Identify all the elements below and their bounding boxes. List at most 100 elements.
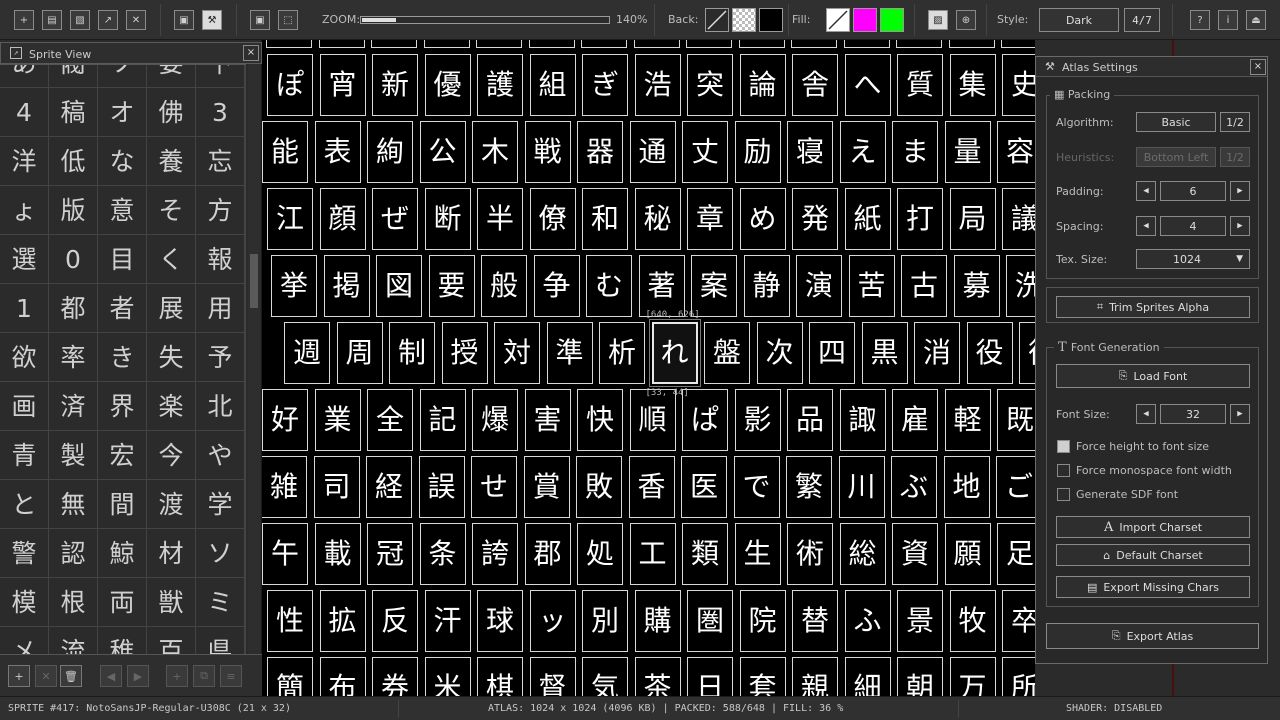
atlas-sprite-cell[interactable]: 丈	[682, 121, 728, 183]
atlas-sprite-cell[interactable]: 制	[389, 322, 435, 384]
atlas-sprite-cell[interactable]: 冠	[367, 523, 413, 585]
atlas-sprite-cell[interactable]: 布	[319, 657, 366, 696]
sprite-list-item[interactable]: 要	[147, 65, 195, 87]
atlas-sprite-cell[interactable]: 細	[844, 657, 891, 696]
export-icon[interactable]: ↗	[98, 10, 118, 30]
atlas-sprite-cell[interactable]: 周	[336, 322, 383, 384]
atlas-sprite-cell[interactable]	[318, 40, 365, 48]
atlas-sprite-cell[interactable]: 図	[376, 255, 422, 317]
atlas-sprite-cell[interactable]: 圏	[687, 590, 733, 652]
atlas-sprite-cell[interactable]: 諏	[839, 389, 886, 451]
atlas-sprite-cell[interactable]: 護	[477, 54, 523, 116]
atlas-sprite-cell[interactable]: 全	[367, 389, 413, 451]
atlas-sprite-cell[interactable]: 案	[691, 255, 737, 317]
atlas-sprite-cell[interactable]: 黒	[861, 322, 908, 384]
atlas-sprite-cell[interactable]: 論	[739, 54, 786, 116]
atlas-sprite-cell[interactable]: で	[733, 456, 780, 518]
atlas-sprite-cell[interactable]: 古	[901, 255, 947, 317]
sprite-mode-icon[interactable]: ▣	[174, 10, 194, 30]
atlas-sprite-cell[interactable]: 反	[372, 590, 418, 652]
back-black-swatch[interactable]	[759, 8, 783, 32]
sprite-list-item[interactable]: 忘	[196, 137, 244, 185]
atlas-sprite-cell[interactable]	[948, 40, 995, 48]
sprite-list-item[interactable]: 根	[49, 578, 97, 626]
sprite-list-item[interactable]: や	[196, 431, 244, 479]
sprite-list-item[interactable]: 獣	[147, 578, 195, 626]
sprite-list-item[interactable]: 百	[147, 627, 195, 654]
atlas-sprite-cell[interactable]: 析	[599, 322, 645, 384]
sprite-list-item[interactable]: く	[147, 235, 195, 283]
atlas-sprite-cell[interactable]	[791, 40, 837, 48]
atlas-sprite-cell[interactable]: 記	[419, 389, 466, 451]
atlas-sprite-cell[interactable]	[843, 40, 890, 48]
font-size-value[interactable]: 32	[1160, 404, 1226, 424]
default-charset-button[interactable]: ⌂ Default Charset	[1056, 544, 1250, 566]
atlas-sprite-cell[interactable]: 般	[481, 255, 527, 317]
atlas-sprite-cell[interactable]: 掲	[323, 255, 370, 317]
sprite-list-item[interactable]: ょ	[0, 186, 48, 234]
atlas-sprite-cell[interactable]: 準	[546, 322, 593, 384]
atlas-sprite-cell[interactable]: 議	[1002, 188, 1035, 250]
atlas-sprite-cell[interactable]: 宵	[319, 54, 366, 116]
atlas-sprite-cell[interactable]: 秘	[634, 188, 681, 250]
sprite-list-item[interactable]: メ	[0, 627, 48, 654]
atlas-sprite-cell[interactable]: 繁	[786, 456, 832, 518]
atlas-sprite-cell[interactable]: 戦	[524, 121, 571, 183]
atlas-sprite-cell[interactable]: 川	[838, 456, 885, 518]
atlas-sprite-cell[interactable]: 集	[949, 54, 996, 116]
atlas-sprite-cell[interactable]: 消	[914, 322, 960, 384]
sprite-list-item[interactable]: 0	[49, 235, 97, 283]
atlas-sprite-cell[interactable]: 棋	[477, 657, 523, 696]
sprite-list-item[interactable]: 製	[49, 431, 97, 479]
tools-icon[interactable]: ⚒	[202, 10, 222, 30]
atlas-sprite-cell[interactable]: 争	[533, 255, 580, 317]
atlas-sprite-cell[interactable]: 発	[792, 188, 838, 250]
atlas-sprite-cell[interactable]: 地	[943, 456, 990, 518]
atlas-sprite-cell[interactable]	[738, 40, 785, 48]
sprite-list-item[interactable]: 洋	[0, 137, 48, 185]
atlas-sprite-cell[interactable]: 簡	[267, 657, 313, 696]
load-font-button[interactable]: ⎘ Load Font	[1056, 364, 1250, 388]
atlas-sprite-cell[interactable]: せ	[471, 456, 517, 518]
atlas-sprite-cell[interactable]: 購	[634, 590, 681, 652]
atlas-sprite-cell[interactable]: 影	[734, 389, 781, 451]
atlas-sprite-cell[interactable]: ぜ	[372, 188, 418, 250]
sprite-list-item[interactable]: 界	[98, 382, 146, 430]
atlas-sprite-cell[interactable]: 経	[366, 456, 412, 518]
sprite-list-item[interactable]: 宏	[98, 431, 146, 479]
next-page-icon[interactable]: ▶	[127, 665, 149, 687]
atlas-sprite-cell[interactable]: 郡	[524, 523, 571, 585]
atlas-sprite-cell[interactable]: 司	[313, 456, 360, 518]
sprite-list-item[interactable]: 都	[49, 284, 97, 332]
spacing-value[interactable]: 4	[1160, 216, 1226, 236]
sprite-list-item[interactable]: 養	[147, 137, 195, 185]
generate-sdf-checkbox[interactable]	[1057, 488, 1070, 501]
sprite-list-item[interactable]: と	[0, 480, 48, 528]
padding-increase-button[interactable]: ▶	[1230, 181, 1250, 201]
sprite-view-close-button[interactable]: ×	[243, 45, 259, 61]
atlas-sprite-cell[interactable]	[371, 40, 417, 48]
atlas-sprite-cell[interactable]	[266, 40, 312, 48]
export-atlas-button[interactable]: ⎘ Export Atlas	[1046, 623, 1259, 649]
heuristics-dropdown[interactable]: Bottom Left	[1136, 147, 1216, 167]
open-image-icon[interactable]: ▧	[70, 10, 90, 30]
sprite-list-item[interactable]: 方	[196, 186, 244, 234]
atlas-sprite-cell[interactable]: 能	[262, 121, 308, 183]
atlas-sprite-cell[interactable]: 術	[787, 523, 833, 585]
sprite-list-item[interactable]: 楽	[147, 382, 195, 430]
help-icon[interactable]: ?	[1190, 10, 1210, 30]
zoom-slider[interactable]	[360, 16, 610, 24]
atlas-sprite-cell[interactable]: 総	[839, 523, 886, 585]
atlas-sprite-cell[interactable]: 害	[524, 389, 571, 451]
force-height-checkbox[interactable]	[1057, 440, 1070, 453]
atlas-sprite-cell[interactable]: 督	[529, 657, 576, 696]
atlas-sprite-cell[interactable]: ぽ	[267, 54, 313, 116]
sprite-list-item[interactable]: 報	[196, 235, 244, 283]
atlas-sprite-cell[interactable]: ッ	[529, 590, 576, 652]
sprite-list-item[interactable]: 画	[0, 382, 48, 430]
atlas-sprite-cell[interactable]: 要	[428, 255, 475, 317]
back-checker-swatch[interactable]	[732, 8, 756, 32]
sprite-list-item[interactable]: 間	[98, 480, 146, 528]
atlas-sprite-cell[interactable]: 足	[997, 523, 1035, 585]
exit-icon[interactable]: ⏏	[1246, 10, 1266, 30]
